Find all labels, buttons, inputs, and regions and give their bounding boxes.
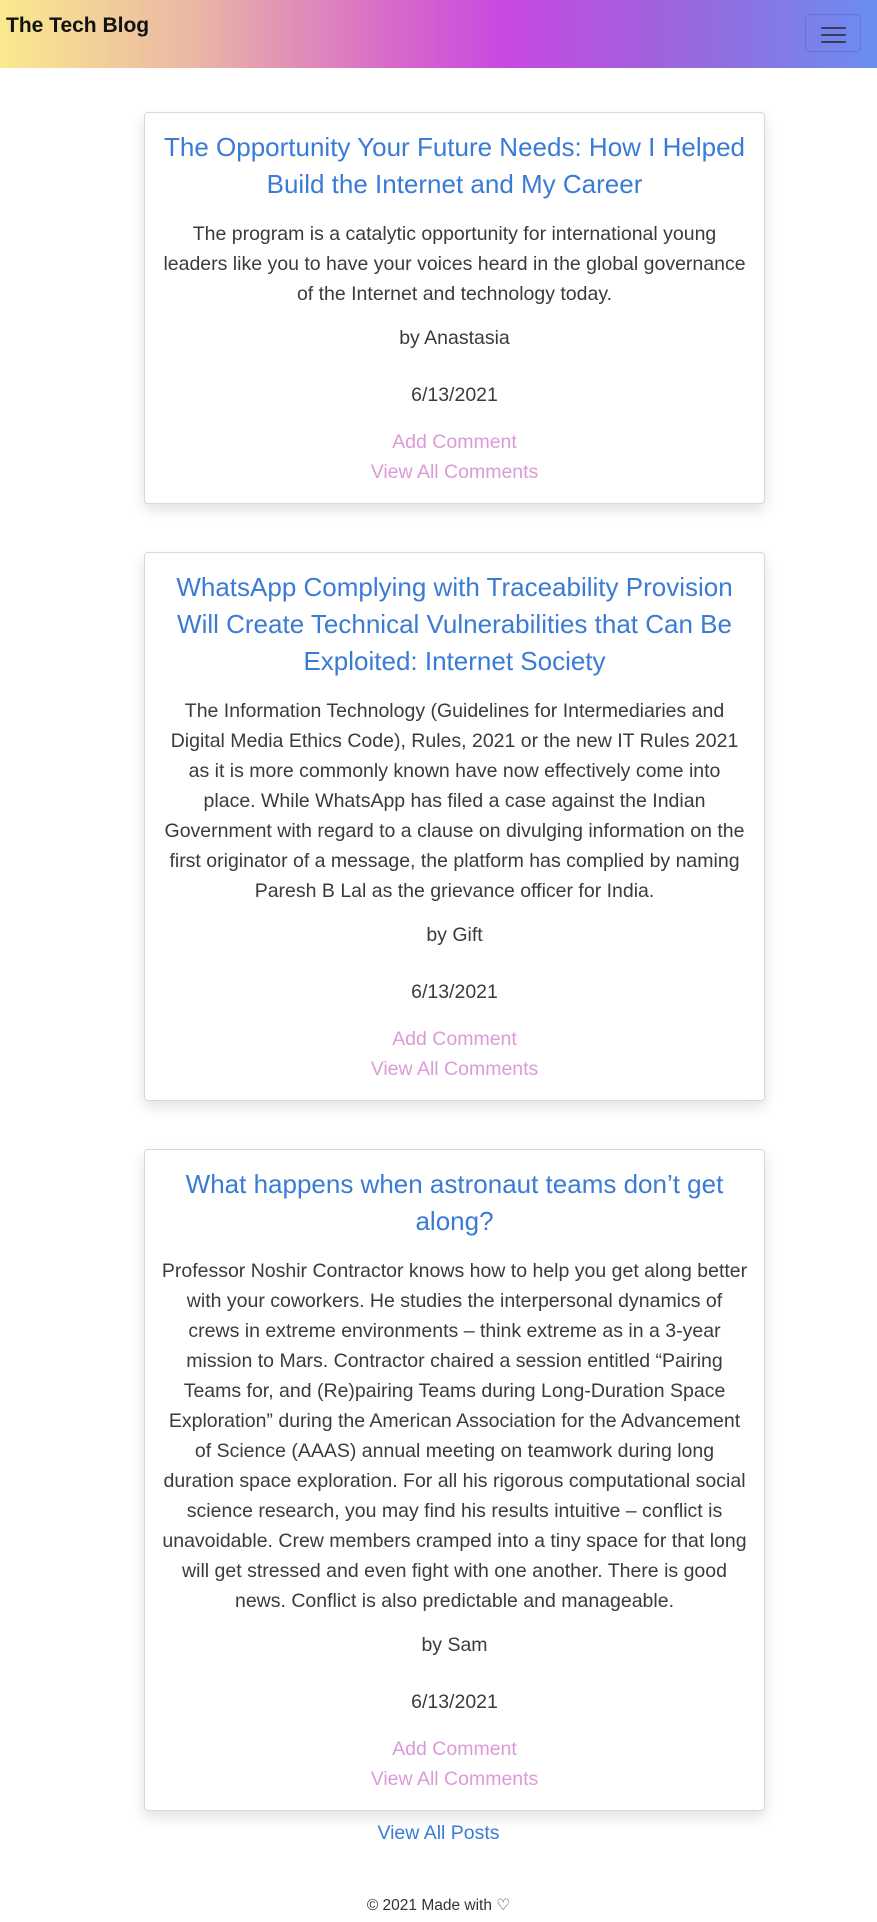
post-excerpt: The program is a catalytic opportunity f… <box>163 223 746 305</box>
post-card: The Opportunity Your Future Needs: How I… <box>144 112 765 504</box>
post-date: 6/13/2021 <box>411 981 498 1003</box>
top-navbar: The Tech Blog <box>0 0 877 68</box>
post-author: by Anastasia <box>399 327 510 349</box>
post-card: WhatsApp Complying with Traceability Pro… <box>144 552 765 1101</box>
post-excerpt: Professor Noshir Contractor knows how to… <box>161 1260 748 1612</box>
post-date: 6/13/2021 <box>411 384 498 406</box>
post-date: 6/13/2021 <box>411 1691 498 1713</box>
post-comment-links: Add Comment View All Comments <box>161 1024 748 1100</box>
post-author: by Sam <box>421 1634 488 1656</box>
post-card: What happens when astronaut teams don’t … <box>144 1149 765 1811</box>
add-comment-link[interactable]: Add Comment <box>161 427 748 457</box>
post-title-link[interactable]: What happens when astronaut teams don’t … <box>161 1166 748 1240</box>
post-title-link[interactable]: The Opportunity Your Future Needs: How I… <box>161 129 748 203</box>
view-all-comments-link[interactable]: View All Comments <box>161 1054 748 1084</box>
view-all-posts-container: View All Posts <box>0 1822 877 1845</box>
menu-toggle-button[interactable] <box>805 14 861 52</box>
view-all-posts-link[interactable]: View All Posts <box>377 1822 499 1844</box>
post-excerpt: The Information Technology (Guidelines f… <box>164 700 745 902</box>
footer: © 2021 Made with ♡ <box>0 1896 877 1915</box>
post-comment-links: Add Comment View All Comments <box>161 1734 748 1810</box>
add-comment-link[interactable]: Add Comment <box>161 1734 748 1764</box>
post-author: by Gift <box>426 924 483 946</box>
brand-logo[interactable]: The Tech Blog <box>6 14 149 38</box>
footer-text: © 2021 Made with ♡ <box>366 1897 511 1914</box>
view-all-comments-link[interactable]: View All Comments <box>161 457 748 487</box>
view-all-comments-link[interactable]: View All Comments <box>161 1764 748 1794</box>
post-comment-links: Add Comment View All Comments <box>161 427 748 503</box>
add-comment-link[interactable]: Add Comment <box>161 1024 748 1054</box>
post-title-link[interactable]: WhatsApp Complying with Traceability Pro… <box>161 569 748 680</box>
